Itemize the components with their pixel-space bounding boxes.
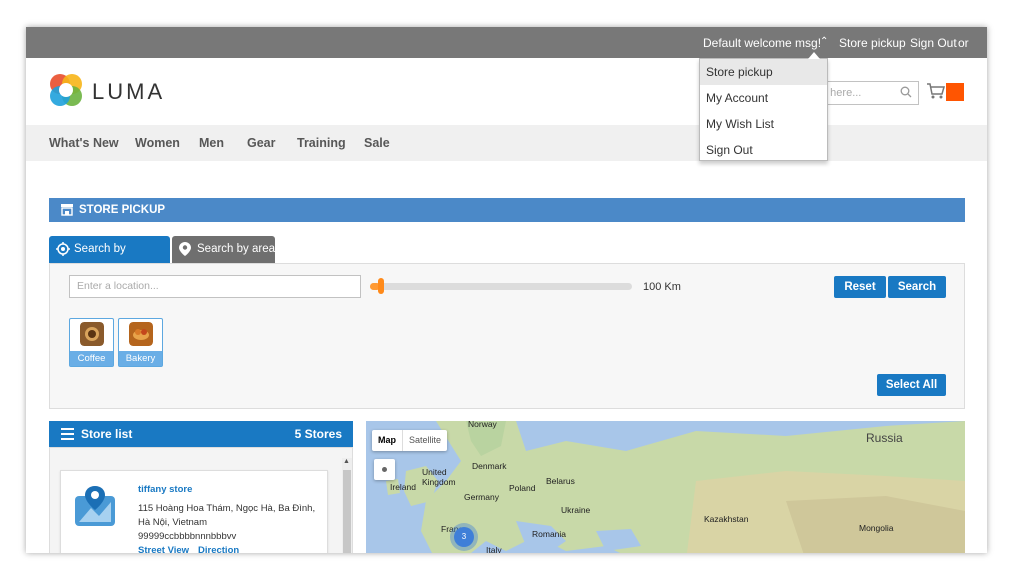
search-icon[interactable] xyxy=(900,86,912,98)
coffee-icon xyxy=(80,322,104,346)
map-label-romania: Romania xyxy=(532,529,567,539)
welcome-message: Default welcome msg! xyxy=(703,36,822,50)
location-input[interactable]: Enter a location... xyxy=(69,275,361,298)
map-label-norway: Norway xyxy=(468,421,497,429)
chevron-up-icon[interactable]: ⌃ xyxy=(820,36,828,47)
dropdown-item-sign-out[interactable]: Sign Out xyxy=(700,137,827,163)
map-label-ukraine: Ukraine xyxy=(561,505,591,515)
category-label-bakery: Bakery xyxy=(119,351,162,366)
category-coffee[interactable]: Coffee xyxy=(69,318,114,367)
map-cluster-marker[interactable]: 3 xyxy=(454,527,474,547)
map-label-germany: Germany xyxy=(464,492,499,502)
map-label-belarus: Belarus xyxy=(546,476,575,486)
logo-text[interactable]: LUMA xyxy=(92,79,165,105)
location-placeholder: Enter a location... xyxy=(77,280,159,292)
category-label-coffee: Coffee xyxy=(70,351,113,366)
street-view-link[interactable]: Street View xyxy=(138,545,189,553)
map-label-uk: United Kingdom xyxy=(422,467,456,487)
store-count: 5 Stores xyxy=(294,427,342,441)
map-type-map[interactable]: Map xyxy=(372,430,402,451)
tab-search-by-area[interactable]: Search by area xyxy=(172,236,275,263)
map-label-italy: Italy xyxy=(486,545,502,553)
store-pickup-header: STORE PICKUP xyxy=(49,198,965,222)
nav-item-men[interactable]: Men xyxy=(199,136,224,150)
cart-icon[interactable] xyxy=(926,82,946,100)
search-panel: Enter a location... 100 Km Reset Search … xyxy=(49,263,965,409)
scroll-up-icon[interactable]: ▲ xyxy=(343,458,350,465)
map-label-ireland: Ireland xyxy=(390,482,416,492)
store-pickup-title: STORE PICKUP xyxy=(79,204,166,216)
nav-item-sale[interactable]: Sale xyxy=(364,136,390,150)
map-label-kazakhstan: Kazakhstan xyxy=(704,514,749,524)
tab-label-area: Search by area xyxy=(197,243,275,255)
nav-item-training[interactable]: Training xyxy=(297,136,346,150)
select-all-button[interactable]: Select All xyxy=(877,374,946,396)
store-list-scrollbar[interactable]: ▲ xyxy=(342,458,352,553)
store-list-header: Store list 5 Stores xyxy=(49,421,353,447)
dropdown-item-store-pickup[interactable]: Store pickup xyxy=(700,59,827,85)
dropdown-item-my-account[interactable]: My Account xyxy=(700,85,827,111)
map-label-russia: Russia xyxy=(866,431,903,445)
direction-link[interactable]: Direction xyxy=(198,545,239,553)
crosshair-icon xyxy=(56,242,70,256)
main-navigation: What's New Women Men Gear Training Sale xyxy=(26,125,987,161)
map-label-poland: Poland xyxy=(509,483,536,493)
store-name-link[interactable]: tiffany store xyxy=(138,484,192,495)
store-phone: 99999ccbbbbnnnbbbvv xyxy=(138,531,237,542)
bakery-icon xyxy=(129,322,153,346)
store-card[interactable]: tiffany store 115 Hoàng Hoa Thám, Ngọc H… xyxy=(60,470,328,553)
nav-item-whats-new[interactable]: What's New xyxy=(49,136,119,150)
store-icon xyxy=(61,204,73,216)
cart-counter-badge[interactable] xyxy=(946,83,964,101)
locate-me-icon[interactable] xyxy=(374,459,395,480)
tab-search-by-distance[interactable]: Search by distance xyxy=(49,236,170,282)
map-type-control[interactable]: Map Satellite xyxy=(372,430,448,451)
map-type-satellite[interactable]: Satellite xyxy=(402,430,447,451)
store-address-line1: 115 Hoàng Hoa Thám, Ngọc Hà, Ba Đình, xyxy=(138,503,316,514)
map-label-mongolia: Mongolia xyxy=(859,523,894,533)
browser-frame: Default welcome msg! ⌃ Store pickup Sign… xyxy=(26,27,987,553)
luma-logo-icon[interactable] xyxy=(49,73,83,107)
map-label-denmark: Denmark xyxy=(472,461,507,471)
map-pin-icon xyxy=(179,242,191,256)
category-bakery[interactable]: Bakery xyxy=(118,318,163,367)
nav-item-women[interactable]: Women xyxy=(135,136,180,150)
store-list-body: tiffany store 115 Hoàng Hoa Thám, Ngọc H… xyxy=(49,447,353,553)
account-dropdown: Store pickup My Account My Wish List Sig… xyxy=(699,52,828,163)
top-header-bar: Default welcome msg! ⌃ Store pickup Sign… xyxy=(26,27,987,58)
search-button[interactable]: Search xyxy=(888,276,946,298)
store-list-title: Store list xyxy=(81,427,133,441)
or-text: or xyxy=(958,36,969,50)
distance-slider-handle[interactable] xyxy=(378,278,384,294)
store-map[interactable]: Map Satellite Norway Denmark United Kingd… xyxy=(366,421,965,553)
dropdown-item-my-wish-list[interactable]: My Wish List xyxy=(700,111,827,137)
list-icon xyxy=(61,428,74,440)
store-address-line2: Hà Nội, Vietnam xyxy=(138,517,207,528)
sign-out-link[interactable]: Sign Out xyxy=(910,36,957,50)
reset-button[interactable]: Reset xyxy=(834,276,886,298)
scrollbar-thumb[interactable] xyxy=(343,470,351,553)
store-pickup-link[interactable]: Store pickup xyxy=(839,36,906,50)
distance-slider-track[interactable] xyxy=(370,283,632,290)
store-thumbnail-icon xyxy=(75,486,115,526)
nav-item-gear[interactable]: Gear xyxy=(247,136,276,150)
distance-value: 100 Km xyxy=(643,281,681,293)
